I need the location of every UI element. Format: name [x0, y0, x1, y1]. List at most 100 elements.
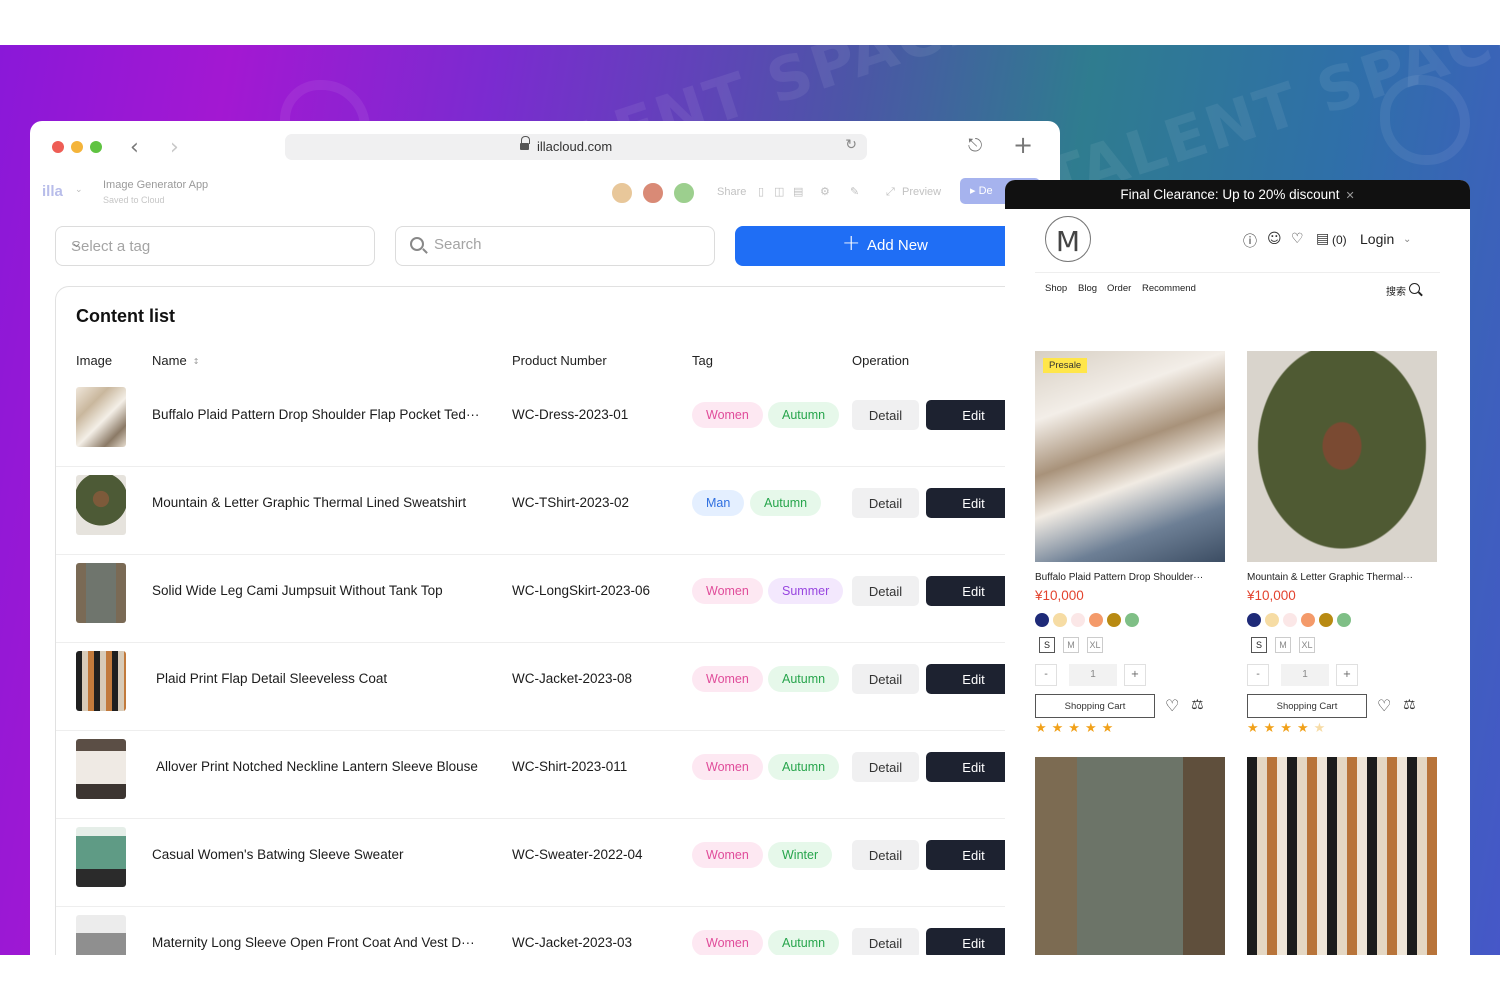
illa-logo[interactable]: illa	[42, 183, 63, 200]
qty-plus-button[interactable]: +	[1124, 664, 1146, 686]
product-thumbnail[interactable]	[76, 651, 126, 711]
product-image[interactable]	[1247, 351, 1437, 562]
table-row[interactable]: Solid Wide Leg Cami Jumpsuit Without Tan…	[56, 555, 1036, 643]
heart-icon[interactable]: ♡	[1291, 231, 1304, 247]
tag-select[interactable]: Select a tag ⌄	[55, 226, 375, 266]
table-row[interactable]: Allover Print Notched Neckline Lantern S…	[56, 731, 1036, 819]
layout-bottom-icon[interactable]: ▤	[793, 185, 803, 198]
address-bar[interactable]: illacloud.com ↻	[285, 134, 867, 160]
size-option[interactable]: XL	[1087, 637, 1103, 653]
qty-value[interactable]: 1	[1281, 664, 1329, 686]
close-window-button[interactable]	[52, 141, 64, 153]
product-thumbnail[interactable]	[76, 475, 126, 535]
product-title[interactable]: Mountain & Letter Graphic Thermal···	[1247, 572, 1413, 583]
share-icon[interactable]: ⎋	[968, 135, 982, 156]
add-new-button[interactable]: + Add New	[735, 226, 1035, 266]
qty-value[interactable]: 1	[1069, 664, 1117, 686]
size-option[interactable]: S	[1251, 637, 1267, 653]
product-title[interactable]: Buffalo Plaid Pattern Drop Shoulder···	[1035, 572, 1203, 583]
heart-icon[interactable]: ♡	[1165, 696, 1179, 715]
bug-icon[interactable]: ⚙	[820, 185, 830, 198]
product-thumbnail[interactable]	[76, 915, 126, 955]
heart-icon[interactable]: ♡	[1377, 696, 1391, 715]
back-arrow-icon[interactable]: ‹	[130, 135, 139, 160]
nav-recommend[interactable]: Recommend	[1142, 283, 1196, 294]
chevron-down-icon[interactable]: ⌄	[75, 185, 83, 195]
color-swatch[interactable]	[1265, 613, 1279, 627]
product-thumbnail[interactable]	[76, 827, 126, 887]
share-button[interactable]: Share	[717, 186, 746, 198]
shopping-cart-button[interactable]: Shopping Cart	[1035, 694, 1155, 718]
column-header-name[interactable]: Name ↕	[152, 353, 199, 368]
size-option[interactable]: M	[1063, 637, 1079, 653]
color-swatch[interactable]	[1089, 613, 1103, 627]
color-swatch[interactable]	[1247, 613, 1261, 627]
product-thumbnail[interactable]	[76, 739, 126, 799]
table-row[interactable]: Casual Women's Batwing Sleeve Sweater WC-…	[56, 819, 1036, 907]
product-thumbnail[interactable]	[76, 387, 126, 447]
reload-icon[interactable]: ↻	[845, 137, 857, 153]
search-icon[interactable]	[1409, 283, 1420, 294]
color-swatch[interactable]	[1053, 613, 1067, 627]
cart-count[interactable]: (0)	[1332, 233, 1347, 247]
color-swatch[interactable]	[1301, 613, 1315, 627]
nav-order[interactable]: Order	[1107, 283, 1131, 294]
size-option[interactable]: XL	[1299, 637, 1315, 653]
forward-arrow-icon[interactable]: ›	[170, 135, 179, 160]
color-swatch[interactable]	[1071, 613, 1085, 627]
qty-minus-button[interactable]: -	[1035, 664, 1057, 686]
product-image[interactable]	[1035, 351, 1225, 562]
color-swatch[interactable]	[1319, 613, 1333, 627]
table-row[interactable]: Plaid Print Flap Detail Sleeveless Coat W…	[56, 643, 1036, 731]
nav-blog[interactable]: Blog	[1078, 283, 1097, 294]
size-option[interactable]: M	[1275, 637, 1291, 653]
layout-split-icon[interactable]: ◫	[774, 185, 784, 198]
color-swatch[interactable]	[1035, 613, 1049, 627]
color-swatch[interactable]	[1283, 613, 1297, 627]
color-swatch[interactable]	[1107, 613, 1121, 627]
compare-icon[interactable]: ⚖	[1191, 697, 1204, 713]
table-row[interactable]: Mountain & Letter Graphic Thermal Lined …	[56, 467, 1036, 555]
avatar[interactable]	[672, 181, 696, 205]
search-input[interactable]	[434, 236, 694, 253]
table-row[interactable]: Buffalo Plaid Pattern Drop Shoulder Flap…	[56, 379, 1036, 467]
product-thumbnail[interactable]	[76, 563, 126, 623]
chevron-down-icon[interactable]: ⌄	[1403, 234, 1411, 245]
search-label[interactable]: 搜索	[1386, 283, 1406, 298]
detail-button[interactable]: Detail	[852, 840, 919, 870]
help-icon[interactable]: ⓘ	[1243, 231, 1257, 251]
expand-icon[interactable]: ⤢	[886, 185, 895, 199]
nav-shop[interactable]: Shop	[1045, 283, 1067, 294]
sort-icon[interactable]: ↕	[193, 357, 200, 366]
qty-minus-button[interactable]: -	[1247, 664, 1269, 686]
layout-left-icon[interactable]: ▯	[758, 185, 764, 198]
shopping-cart-button[interactable]: Shopping Cart	[1247, 694, 1367, 718]
size-option[interactable]: S	[1039, 637, 1055, 653]
clean-icon[interactable]: ✎	[850, 185, 859, 198]
color-swatch[interactable]	[1337, 613, 1351, 627]
bag-icon[interactable]: ▤	[1316, 231, 1329, 247]
product-image[interactable]	[1035, 757, 1225, 955]
user-icon[interactable]: ☺	[1267, 231, 1282, 247]
color-swatch[interactable]	[1125, 613, 1139, 627]
compare-icon[interactable]: ⚖	[1403, 697, 1416, 713]
close-icon[interactable]: ✕	[1345, 189, 1354, 202]
detail-button[interactable]: Detail	[852, 576, 919, 606]
avatar[interactable]	[610, 181, 634, 205]
minimize-window-button[interactable]	[71, 141, 83, 153]
search-box[interactable]	[395, 226, 715, 266]
detail-button[interactable]: Detail	[852, 664, 919, 694]
detail-button[interactable]: Detail	[852, 752, 919, 782]
detail-button[interactable]: Detail	[852, 400, 919, 430]
table-row[interactable]: Maternity Long Sleeve Open Front Coat An…	[56, 907, 1036, 955]
login-button[interactable]: Login	[1360, 231, 1394, 247]
maximize-window-button[interactable]	[90, 141, 102, 153]
qty-plus-button[interactable]: +	[1336, 664, 1358, 686]
avatar[interactable]	[641, 181, 665, 205]
detail-button[interactable]: Detail	[852, 488, 919, 518]
preview-button[interactable]: Preview	[902, 186, 941, 198]
shop-logo[interactable]: M	[1045, 216, 1091, 262]
detail-button[interactable]: Detail	[852, 928, 919, 955]
product-image[interactable]	[1247, 757, 1437, 955]
new-tab-icon[interactable]: +	[1013, 131, 1033, 159]
